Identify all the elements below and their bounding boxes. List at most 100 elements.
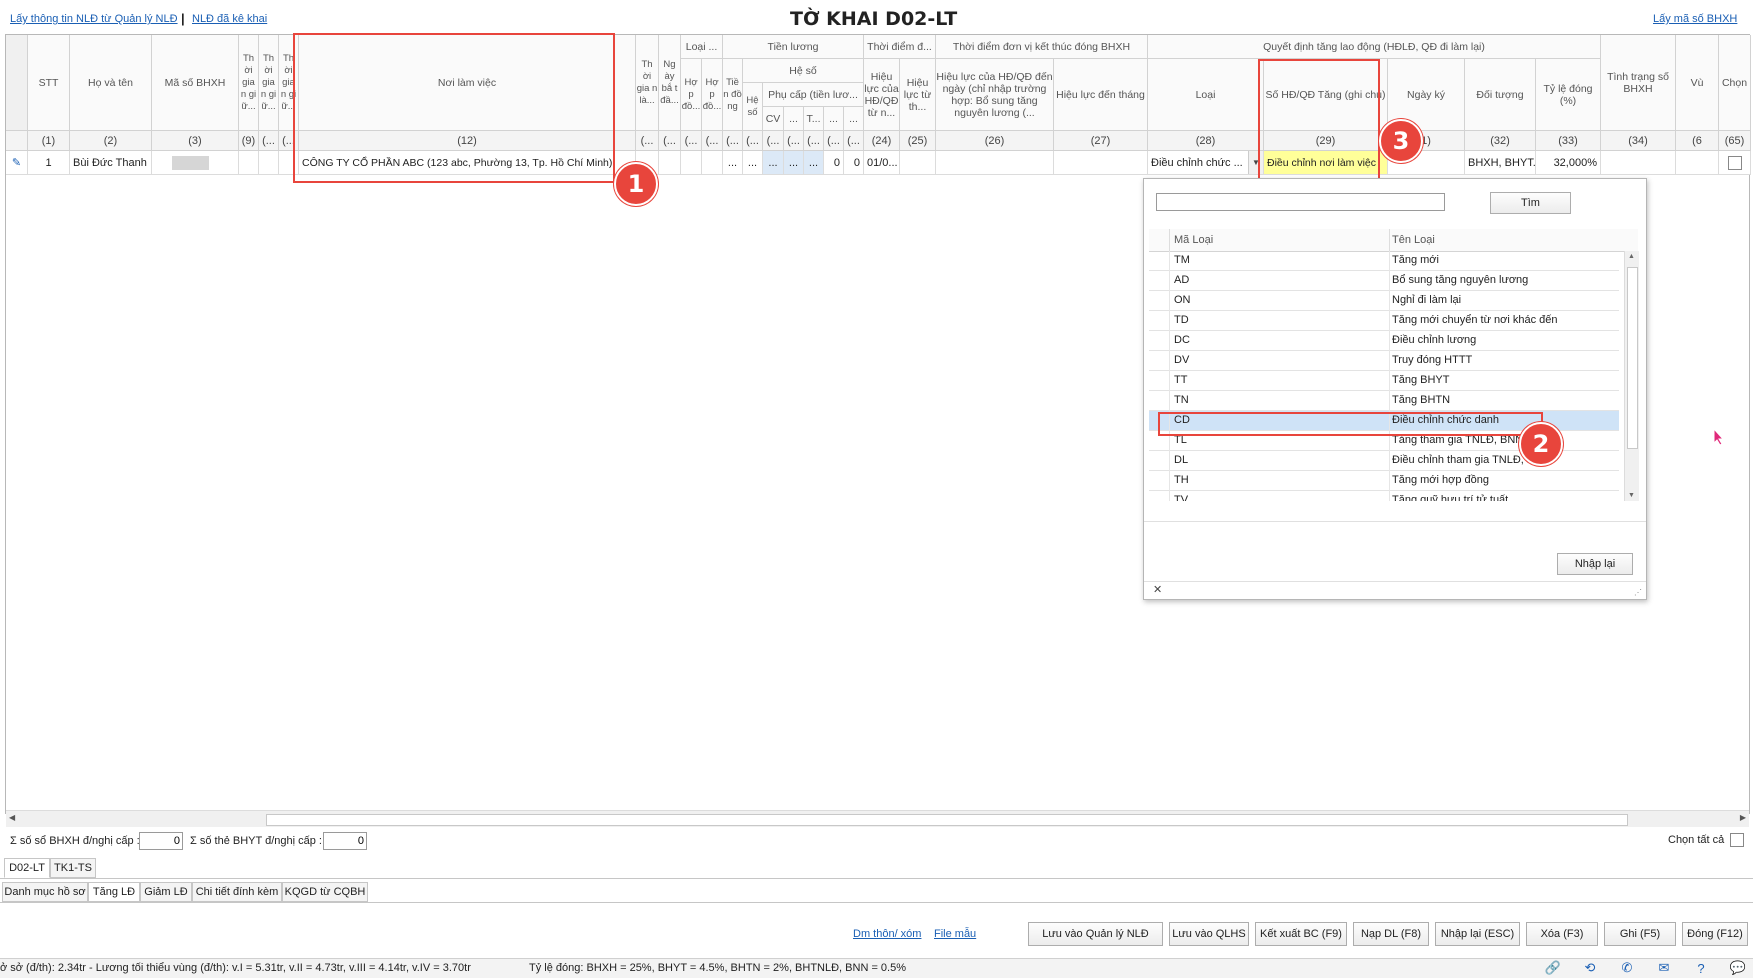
col-ten-loai[interactable]: Tên Loại: [1392, 234, 1435, 246]
col-hieu-luc-den-thang[interactable]: Hiệu lực đến tháng: [1054, 59, 1148, 131]
resize-grip-icon[interactable]: ⋰: [1634, 588, 1642, 597]
cell-ho-ten[interactable]: Bùi Đức Thanh: [70, 151, 152, 175]
sheet-tab-d02lt[interactable]: D02-LT: [4, 858, 50, 878]
col-ty-le-dong[interactable]: Tỷ lệ đóng (%): [1536, 59, 1601, 131]
scroll-thumb[interactable]: [266, 814, 1628, 826]
col-pc-5[interactable]: ...: [844, 107, 864, 131]
cell-pc-4[interactable]: 0: [824, 151, 844, 175]
row-checkbox[interactable]: [1727, 155, 1742, 170]
cell-pc-2[interactable]: ...: [784, 151, 804, 175]
cell-doi-tuong[interactable]: BHXH, BHYT...: [1465, 151, 1536, 175]
link-icon[interactable]: 🔗: [1545, 960, 1561, 975]
scroll-up-icon[interactable]: ▲: [1628, 253, 1635, 260]
cell-thoi-gian-1[interactable]: [239, 151, 259, 175]
col-pc-3[interactable]: T...: [804, 107, 824, 131]
scroll-left-icon[interactable]: ◀: [9, 813, 15, 822]
sheet-tab-tk1ts[interactable]: TK1-TS: [50, 858, 96, 878]
tab-tang-ld[interactable]: Tăng LĐ: [88, 882, 140, 902]
col-loai[interactable]: Loại: [1148, 59, 1264, 131]
cell-ma-so-bhxh[interactable]: [152, 151, 239, 175]
link-get-bhxh-code[interactable]: Lấy mã số BHXH: [1653, 13, 1737, 25]
popup-list-item[interactable]: ON Nghỉ đi làm lại: [1149, 291, 1619, 311]
tab-giam-ld[interactable]: Giảm LĐ: [140, 882, 192, 902]
col-doi-tuong[interactable]: Đối tượng: [1465, 59, 1536, 131]
dropdown-arrow-icon[interactable]: ▼: [1248, 151, 1263, 174]
cell-tien-dong[interactable]: ...: [723, 151, 743, 175]
cell-loai-combo[interactable]: Điều chỉnh chức ... ▼: [1148, 151, 1264, 175]
popup-search-input[interactable]: [1156, 193, 1445, 211]
tab-chi-tiet-dinh-kem[interactable]: Chi tiết đính kèm: [192, 882, 282, 902]
cell-he-so[interactable]: ...: [743, 151, 763, 175]
cell-thoi-gian-3[interactable]: [279, 151, 299, 175]
col-ho-ten[interactable]: Họ và tên: [70, 35, 152, 131]
save-to-qlhs-button[interactable]: Lưu vào QLHS: [1169, 922, 1249, 946]
link-nld-declared[interactable]: NLĐ đã kê khai: [192, 13, 267, 25]
reset-button[interactable]: Nhập lại: [1557, 553, 1633, 575]
popup-list-item[interactable]: TD Tăng mới chuyển từ nơi khác đến: [1149, 311, 1619, 331]
cell-pc-3[interactable]: ...: [804, 151, 824, 175]
col-thoi-gian-3[interactable]: Th ời gia n gi ữ...: [279, 35, 299, 131]
load-data-button[interactable]: Nạp DL (F8): [1353, 922, 1429, 946]
popup-list-item[interactable]: TH Tăng mới hợp đồng: [1149, 471, 1619, 491]
popup-list-item[interactable]: TN Tăng BHTN: [1149, 391, 1619, 411]
col-hieu-luc-den-ngay[interactable]: Hiệu lực của HĐ/QĐ đến ngày (chỉ nhập tr…: [936, 59, 1054, 131]
popup-scroll-thumb[interactable]: [1627, 267, 1638, 449]
cell-hieu-luc-hd[interactable]: 01/0...: [864, 151, 900, 175]
help-icon[interactable]: ?: [1694, 961, 1708, 976]
popup-list-item[interactable]: AD Bổ sung tăng nguyên lương: [1149, 271, 1619, 291]
cell-vung[interactable]: [1676, 151, 1719, 175]
popup-list-item[interactable]: TM Tăng mới: [1149, 251, 1619, 271]
col-pc-2[interactable]: ...: [784, 107, 804, 131]
close-button[interactable]: Đóng (F12): [1682, 922, 1748, 946]
col-so-hd-qd[interactable]: Số HĐ/QĐ Tăng (ghi chú): [1264, 59, 1388, 131]
cell-hieu-luc-tu[interactable]: [900, 151, 936, 175]
cell-thoi-gian-2[interactable]: [259, 151, 279, 175]
col-ngay-bat-dau[interactable]: Ng ày bắ t đầ...: [659, 35, 681, 131]
close-icon[interactable]: ✕: [1153, 583, 1162, 596]
popup-list-item[interactable]: TT Tăng BHYT: [1149, 371, 1619, 391]
col-hieu-luc-tu[interactable]: Hiệu lực từ th...: [900, 59, 936, 131]
col-he-so[interactable]: Hệ số: [743, 83, 763, 131]
cell-so-hd-qd[interactable]: Điều chỉnh nơi làm việc: [1264, 151, 1388, 175]
sum-bhyt-input[interactable]: [323, 832, 367, 850]
cell-chon[interactable]: [1719, 151, 1751, 175]
col-ma-so-bhxh[interactable]: Mã số BHXH: [152, 35, 239, 131]
scroll-down-icon[interactable]: ▼: [1628, 492, 1635, 499]
link-get-from-qlnld[interactable]: Lấy thông tin NLĐ từ Quản lý NLĐ: [10, 13, 178, 25]
col-thoi-gian-1[interactable]: Th ời gia n gi ữ...: [239, 35, 259, 131]
horizontal-scrollbar[interactable]: ◀ ▶: [6, 810, 1749, 827]
cell-stt[interactable]: 1: [28, 151, 70, 175]
popup-list-item[interactable]: DC Điều chỉnh lương: [1149, 331, 1619, 351]
save-button[interactable]: Ghi (F5): [1604, 922, 1676, 946]
col-tinh-trang[interactable]: Tình trạng số BHXH: [1601, 35, 1676, 131]
cell-pc-cv[interactable]: ...: [763, 151, 784, 175]
sum-bhxh-input[interactable]: [139, 832, 183, 850]
col-hop-dong-2[interactable]: Hợ p đồ...: [702, 59, 723, 131]
col-thoi-gian-la[interactable]: Th ời gia n là...: [636, 35, 659, 131]
col-stt[interactable]: STT: [28, 35, 70, 131]
delete-button[interactable]: Xóa (F3): [1526, 922, 1598, 946]
cell-hop-dong-1[interactable]: [681, 151, 702, 175]
col-ma-loai[interactable]: Mã Loại: [1174, 234, 1213, 246]
link-file-mau[interactable]: File mẫu: [934, 928, 976, 940]
cell-noi-lam-viec[interactable]: CÔNG TY CỔ PHẦN ABC (123 abc, Phường 13,…: [299, 151, 636, 175]
sync-icon[interactable]: ⟲: [1583, 960, 1597, 975]
link-dm-thon-xom[interactable]: Dm thôn/ xóm: [853, 928, 921, 940]
cell-hieu-luc-den-thang[interactable]: [1054, 151, 1148, 175]
select-all-checkbox[interactable]: [1730, 833, 1744, 847]
scroll-right-icon[interactable]: ▶: [1740, 813, 1746, 822]
chat-icon[interactable]: 💬: [1730, 960, 1746, 975]
phone-icon[interactable]: ✆: [1620, 960, 1634, 975]
cell-ty-le[interactable]: 32,000%: [1536, 151, 1601, 175]
popup-list-item[interactable]: DV Truy đóng HTTT: [1149, 351, 1619, 371]
cell-hieu-luc-den-ngay[interactable]: [936, 151, 1054, 175]
save-to-qlnld-button[interactable]: Lưu vào Quản lý NLĐ: [1028, 922, 1163, 946]
col-noi-lam-viec[interactable]: Nơi làm việc: [299, 35, 636, 131]
col-tien-dong[interactable]: Tiề n đồ ng: [723, 59, 743, 131]
cell-pc-5[interactable]: 0: [844, 151, 864, 175]
col-hop-dong-1[interactable]: Hợ p đồ...: [681, 59, 702, 131]
col-chon[interactable]: Chọn: [1719, 35, 1751, 131]
tab-kqgd-tu-cqbh[interactable]: KQGD từ CQBH: [282, 882, 368, 902]
cell-tinh-trang[interactable]: [1601, 151, 1676, 175]
col-vung[interactable]: Vù: [1676, 35, 1719, 131]
